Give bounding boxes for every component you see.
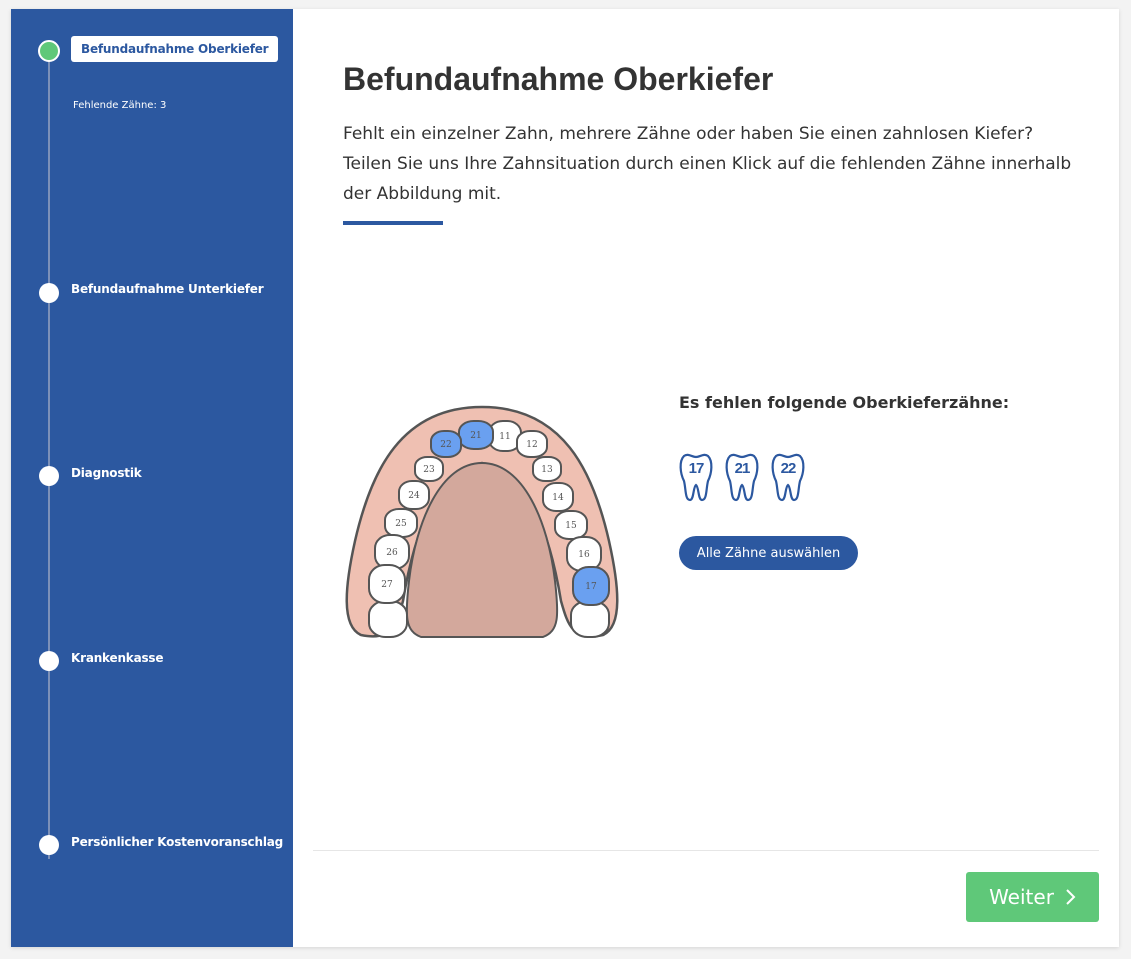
intro-text: Fehlt ein einzelner Zahn, mehrere Zähne …: [343, 124, 1072, 204]
next-button-label: Weiter: [989, 885, 1054, 909]
tooth-number-label: 16: [578, 550, 590, 560]
step-befundaufnahme-oberkiefer[interactable]: Befundaufnahme Oberkiefer: [71, 36, 279, 62]
footer-divider: [313, 850, 1099, 851]
progress-sidebar: Befundaufnahme Oberkiefer Fehlende Zähne…: [11, 9, 293, 947]
tooth-number-label: 14: [552, 493, 564, 503]
tooth-number-label: 11: [499, 432, 510, 442]
tooth-number-label: 21: [470, 431, 481, 441]
tooth-number-label: 27: [381, 580, 393, 590]
title-accent-bar: [343, 221, 443, 225]
missing-teeth-heading: Es fehlen folgende Oberkieferzähne:: [679, 393, 1010, 412]
missing-tooth-chip[interactable]: 22: [771, 453, 805, 503]
tooth-number-label: 13: [541, 465, 553, 475]
missing-tooth-chip[interactable]: 21: [725, 453, 759, 503]
tooth-number-label: 22: [440, 440, 451, 450]
page-title: Befundaufnahme Oberkiefer: [343, 61, 774, 97]
step-befundaufnahme-unterkiefer[interactable]: Befundaufnahme Unterkiefer: [71, 282, 264, 296]
missing-tooth-chip[interactable]: 17: [679, 453, 713, 503]
tooth-number-label: 15: [565, 521, 577, 531]
upper-jaw-diagram: 11 12 13 14 15 16 17 21 22 23 24 25 26 27: [345, 405, 619, 638]
step-5-dot: [39, 835, 59, 855]
tooth-unlabeled[interactable]: [570, 600, 610, 638]
tooth-number-label: 25: [395, 519, 407, 529]
missing-tooth-number: 22: [780, 460, 797, 477]
wizard-card: Befundaufnahme Oberkiefer Fehlende Zähne…: [11, 9, 1119, 947]
timeline-line: [48, 51, 50, 859]
step-krankenkasse[interactable]: Krankenkasse: [71, 651, 164, 665]
tooth-number-label: 23: [423, 465, 435, 475]
step-1-active-dot: [38, 40, 60, 62]
main-content: Befundaufnahme Oberkiefer Fehlt ein einz…: [293, 9, 1119, 947]
step-4-dot: [39, 651, 59, 671]
next-button[interactable]: Weiter: [966, 872, 1099, 922]
tooth-number-label: 17: [585, 582, 597, 592]
step-diagnostik[interactable]: Diagnostik: [71, 466, 142, 480]
select-all-teeth-button[interactable]: Alle Zähne auswählen: [679, 536, 858, 570]
missing-teeth-list: 17 21 22: [679, 453, 805, 503]
tooth-number-label: 12: [526, 440, 537, 450]
step-2-dot: [39, 283, 59, 303]
missing-tooth-number: 21: [734, 460, 751, 477]
tooth-number-label: 24: [408, 491, 420, 501]
tooth-number-label: 26: [386, 548, 398, 558]
missing-tooth-number: 17: [688, 460, 705, 477]
chevron-right-icon: [1066, 889, 1076, 905]
tooth-unlabeled[interactable]: [368, 600, 408, 638]
step-1-missing-count: Fehlende Zähne: 3: [73, 100, 167, 111]
step-kostenvoranschlag[interactable]: Persönlicher Kostenvoranschlag: [71, 835, 283, 849]
step-3-dot: [39, 466, 59, 486]
